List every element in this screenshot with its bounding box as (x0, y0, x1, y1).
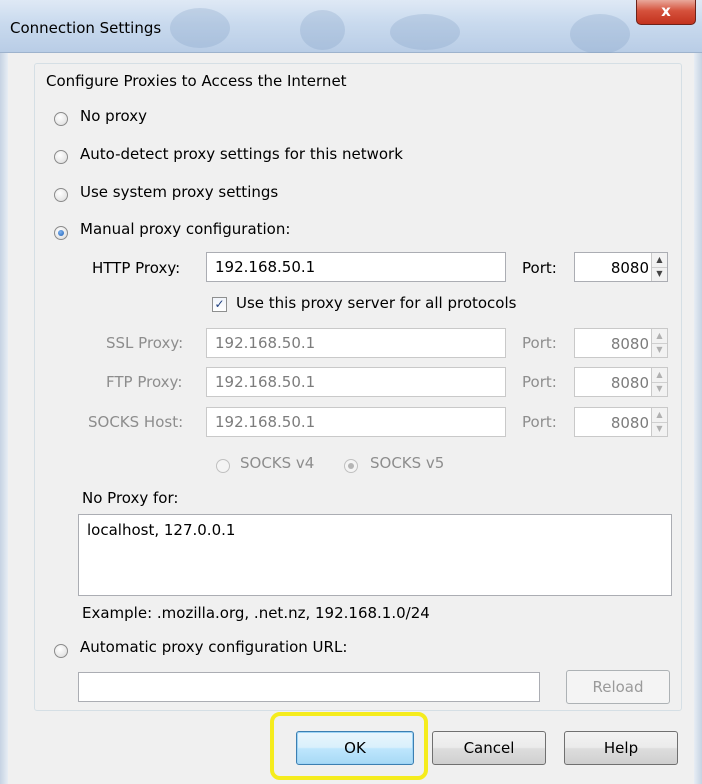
ok-highlight-annotation (270, 712, 428, 780)
ftp-proxy-input[interactable] (206, 367, 506, 397)
http-port-label: Port: (522, 259, 557, 277)
ftp-port-spinner[interactable]: 8080 ▲ ▼ (574, 367, 668, 397)
socks-v5-label[interactable]: SOCKS v5 (370, 454, 444, 472)
http-proxy-label: HTTP Proxy: (92, 259, 181, 277)
spinner-arrows[interactable]: ▲ ▼ (651, 368, 667, 396)
no-proxy-radio[interactable] (54, 112, 68, 126)
manual-proxy-radio[interactable] (54, 226, 68, 240)
help-button[interactable]: Help (564, 731, 678, 765)
ftp-port-label: Port: (522, 373, 557, 391)
auto-config-url-input[interactable] (78, 672, 540, 702)
ssl-proxy-label: SSL Proxy: (106, 334, 184, 352)
auto-detect-radio[interactable] (54, 150, 68, 164)
spin-down-icon[interactable]: ▼ (652, 267, 667, 281)
no-proxy-label[interactable]: No proxy (80, 107, 147, 125)
socks-port-value: 8080 (610, 414, 649, 432)
spin-down-icon[interactable]: ▼ (652, 382, 667, 396)
spin-up-icon[interactable]: ▲ (652, 329, 667, 344)
socks-host-label: SOCKS Host: (88, 413, 184, 431)
title-bar: Connection Settings x (0, 0, 702, 54)
spin-up-icon[interactable]: ▲ (652, 253, 667, 268)
socks-host-input[interactable] (206, 407, 506, 437)
http-proxy-input[interactable] (206, 252, 506, 282)
no-proxy-for-label: No Proxy for: (82, 489, 179, 507)
reload-button[interactable]: Reload (566, 670, 670, 704)
proxy-group-legend: Configure Proxies to Access the Internet (42, 72, 351, 90)
spinner-arrows[interactable]: ▲ ▼ (651, 253, 667, 281)
system-proxy-label[interactable]: Use system proxy settings (80, 183, 278, 201)
titlebar-decoration (570, 14, 630, 54)
socks-port-label: Port: (522, 413, 557, 431)
window-title: Connection Settings (10, 19, 162, 37)
http-port-spinner[interactable]: 8080 ▲ ▼ (574, 252, 668, 282)
no-proxy-for-textarea[interactable]: localhost, 127.0.0.1 (78, 514, 672, 596)
auto-detect-label[interactable]: Auto-detect proxy settings for this netw… (80, 145, 403, 163)
titlebar-decoration (390, 14, 460, 50)
auto-config-radio[interactable] (54, 644, 68, 658)
spin-up-icon[interactable]: ▲ (652, 408, 667, 423)
window-border-right (694, 53, 702, 784)
close-button[interactable]: x (636, 0, 696, 25)
http-port-value: 8080 (610, 259, 649, 277)
window-border-left (0, 53, 8, 784)
socks-v4-radio[interactable] (216, 459, 230, 473)
ssl-proxy-input[interactable] (206, 328, 506, 358)
ssl-port-label: Port: (522, 334, 557, 352)
auto-config-label[interactable]: Automatic proxy configuration URL: (80, 638, 347, 656)
socks-port-spinner[interactable]: 8080 ▲ ▼ (574, 407, 668, 437)
titlebar-decoration (170, 8, 230, 48)
ftp-port-value: 8080 (610, 374, 649, 392)
ssl-port-spinner[interactable]: 8080 ▲ ▼ (574, 328, 668, 358)
system-proxy-radio[interactable] (54, 188, 68, 202)
spinner-arrows[interactable]: ▲ ▼ (651, 329, 667, 357)
manual-proxy-label[interactable]: Manual proxy configuration: (80, 220, 290, 238)
ssl-port-value: 8080 (610, 335, 649, 353)
ftp-proxy-label: FTP Proxy: (106, 373, 183, 391)
no-proxy-for-value: localhost, 127.0.0.1 (87, 521, 236, 539)
spin-down-icon[interactable]: ▼ (652, 343, 667, 357)
socks-v5-radio[interactable] (344, 459, 358, 473)
spin-down-icon[interactable]: ▼ (652, 422, 667, 436)
socks-v4-label[interactable]: SOCKS v4 (240, 454, 314, 472)
no-proxy-example: Example: .mozilla.org, .net.nz, 192.168.… (82, 604, 430, 622)
close-icon: x (661, 2, 671, 20)
use-for-all-checkbox[interactable]: ✓ (212, 297, 227, 312)
cancel-button[interactable]: Cancel (432, 731, 546, 765)
titlebar-decoration (300, 10, 345, 50)
spin-up-icon[interactable]: ▲ (652, 368, 667, 383)
use-for-all-label[interactable]: Use this proxy server for all protocols (236, 294, 516, 312)
spinner-arrows[interactable]: ▲ ▼ (651, 408, 667, 436)
